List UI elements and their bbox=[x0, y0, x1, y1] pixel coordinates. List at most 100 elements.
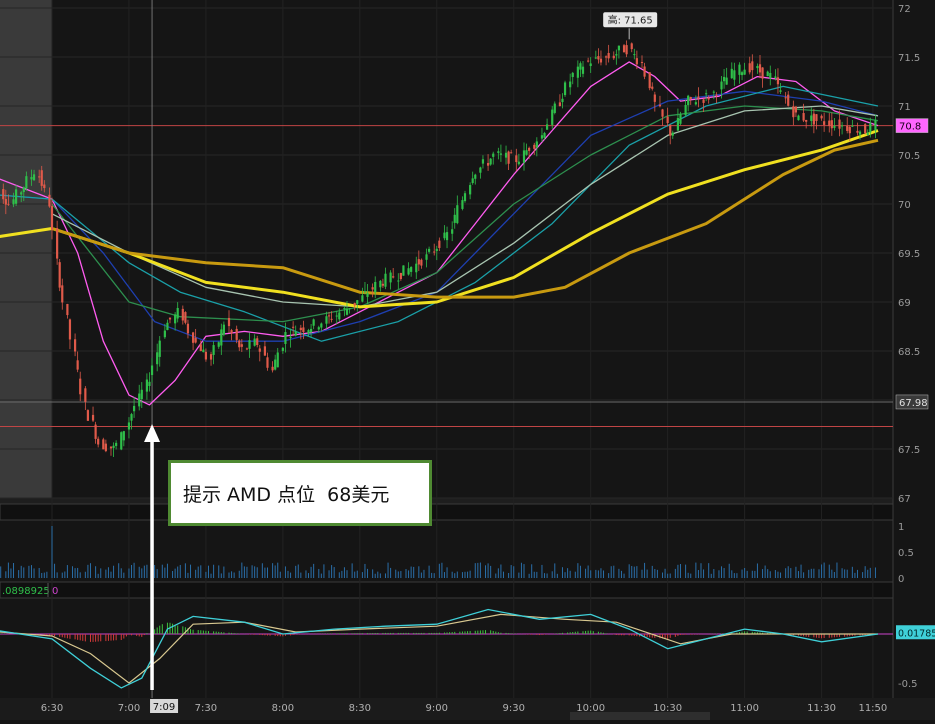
candle-body bbox=[856, 130, 859, 133]
volume-bar bbox=[243, 566, 245, 578]
candle-body bbox=[417, 259, 420, 265]
volume-bar bbox=[113, 565, 115, 578]
volume-bar bbox=[56, 572, 58, 578]
volume-bar bbox=[23, 567, 25, 578]
candle-body bbox=[510, 152, 513, 154]
candle-body bbox=[407, 268, 410, 275]
candle-body bbox=[199, 344, 202, 351]
candle-body bbox=[689, 96, 692, 99]
volume-bar bbox=[254, 566, 256, 578]
oscillator-header-bar bbox=[0, 581, 894, 599]
volume-bar bbox=[664, 568, 666, 578]
candle-body bbox=[671, 132, 674, 136]
volume-bar bbox=[433, 573, 435, 578]
candle-body bbox=[389, 272, 392, 283]
candle-body bbox=[838, 119, 841, 129]
volume-bar bbox=[223, 566, 225, 578]
volume-bar bbox=[646, 569, 648, 578]
volume-bar bbox=[803, 572, 805, 578]
candle-body bbox=[866, 132, 869, 135]
volume-bar bbox=[279, 571, 281, 578]
volume-bar bbox=[318, 568, 320, 578]
volume-bar bbox=[564, 572, 566, 578]
volume-bar bbox=[644, 562, 646, 578]
volume-bar bbox=[395, 569, 397, 578]
volume-bar bbox=[272, 563, 274, 578]
volume-bar bbox=[123, 572, 125, 578]
volume-bar bbox=[446, 567, 448, 578]
candle-body bbox=[327, 315, 331, 317]
candle-body bbox=[253, 338, 256, 346]
volume-bar bbox=[420, 572, 422, 578]
volume-bar bbox=[408, 570, 410, 578]
candle-body bbox=[481, 159, 485, 164]
volume-bar bbox=[464, 571, 466, 578]
volume-bar bbox=[166, 563, 168, 578]
volume-header-bar bbox=[0, 503, 894, 521]
candle-body bbox=[604, 56, 608, 58]
candle-body bbox=[545, 124, 549, 130]
candle-body bbox=[86, 410, 90, 421]
volume-bar bbox=[736, 573, 738, 578]
candle-body bbox=[543, 132, 546, 138]
candle-body bbox=[132, 405, 136, 412]
candle-body bbox=[235, 328, 238, 340]
volume-bar bbox=[351, 563, 353, 578]
candle-body bbox=[805, 119, 808, 122]
time-tick-label: 8:00 bbox=[272, 703, 294, 714]
candle-body bbox=[702, 99, 705, 103]
candle-body bbox=[220, 329, 223, 346]
candle-body bbox=[384, 273, 387, 287]
volume-bar bbox=[656, 569, 658, 578]
volume-bar bbox=[456, 571, 458, 578]
volume-bar bbox=[677, 564, 679, 578]
candle-body bbox=[443, 232, 446, 239]
volume-bar bbox=[0, 566, 2, 578]
volume-bar bbox=[610, 566, 612, 578]
volume-bar bbox=[354, 571, 356, 578]
volume-bar bbox=[620, 570, 622, 578]
candle-body bbox=[864, 124, 867, 134]
candle-body bbox=[61, 285, 64, 303]
volume-bar bbox=[628, 564, 630, 578]
candle-body bbox=[212, 345, 215, 355]
candle-body bbox=[499, 153, 503, 155]
volume-bar bbox=[721, 566, 723, 578]
volume-bar bbox=[833, 571, 835, 578]
volume-bar bbox=[30, 565, 32, 578]
candle-body bbox=[733, 70, 736, 80]
candle-body bbox=[615, 54, 618, 56]
volume-bar bbox=[713, 569, 715, 578]
candle-body bbox=[138, 393, 141, 407]
volume-bar bbox=[862, 572, 864, 578]
candle-body bbox=[30, 177, 33, 180]
candle-body bbox=[612, 55, 615, 59]
candle-body bbox=[525, 150, 528, 155]
volume-bar bbox=[487, 563, 489, 578]
candle-body bbox=[38, 176, 41, 178]
candle-body bbox=[399, 272, 402, 280]
volume-bar bbox=[89, 563, 91, 578]
volume-bar bbox=[228, 572, 230, 578]
candle-body bbox=[625, 45, 628, 55]
volume-bar bbox=[305, 570, 307, 578]
volume-bar bbox=[295, 565, 297, 578]
volume-bar bbox=[687, 572, 689, 578]
candle-body bbox=[109, 446, 113, 449]
volume-bar bbox=[287, 570, 289, 578]
candle-body bbox=[166, 322, 169, 331]
candle-body bbox=[361, 295, 364, 302]
time-tick-label: 7:00 bbox=[118, 703, 140, 714]
volume-bar bbox=[187, 572, 189, 578]
volume-bar bbox=[800, 564, 802, 578]
volume-bar bbox=[856, 569, 858, 578]
candle-body bbox=[581, 66, 585, 74]
candle-body bbox=[240, 344, 243, 347]
candle-body bbox=[94, 424, 97, 439]
volume-bar bbox=[585, 568, 587, 578]
volume-bar bbox=[695, 562, 697, 578]
time-tick-label: 9:00 bbox=[426, 703, 448, 714]
volume-bar bbox=[205, 571, 207, 578]
volume-bar bbox=[323, 564, 325, 578]
volume-bar bbox=[703, 569, 705, 578]
